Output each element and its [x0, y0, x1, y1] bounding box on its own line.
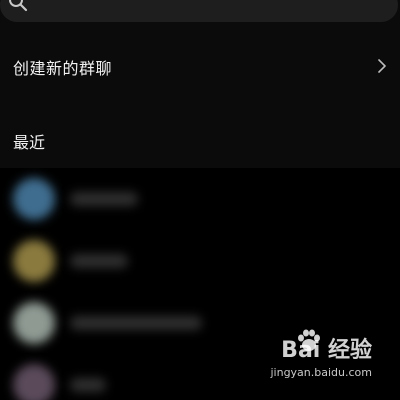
- search-icon: [9, 0, 28, 12]
- paw-icon: [298, 329, 320, 351]
- create-group-chat-row[interactable]: 创建新的群聊: [0, 44, 400, 88]
- watermark-logo: Bai 经验: [281, 338, 372, 363]
- top-panel: 创建新的群聊 最近: [0, 0, 400, 168]
- list-item[interactable]: [0, 230, 400, 292]
- chevron-right-icon: [378, 59, 386, 73]
- avatar: [13, 364, 55, 400]
- contact-name-redacted: [70, 254, 128, 268]
- contact-name-redacted: [70, 192, 138, 206]
- recent-section-heading: 最近: [13, 133, 46, 152]
- avatar: [13, 240, 55, 282]
- baidu-jingyan-watermark: Bai 经验 jingyan.baidu.com: [260, 329, 372, 388]
- watermark-url: jingyan.baidu.com: [270, 366, 372, 379]
- list-item[interactable]: [0, 168, 400, 230]
- search-input[interactable]: [0, 0, 398, 22]
- avatar: [13, 178, 55, 220]
- contact-name-redacted: [70, 378, 106, 392]
- contact-name-redacted: [70, 316, 202, 330]
- create-group-chat-label: 创建新的群聊: [13, 59, 113, 78]
- avatar: [13, 302, 55, 344]
